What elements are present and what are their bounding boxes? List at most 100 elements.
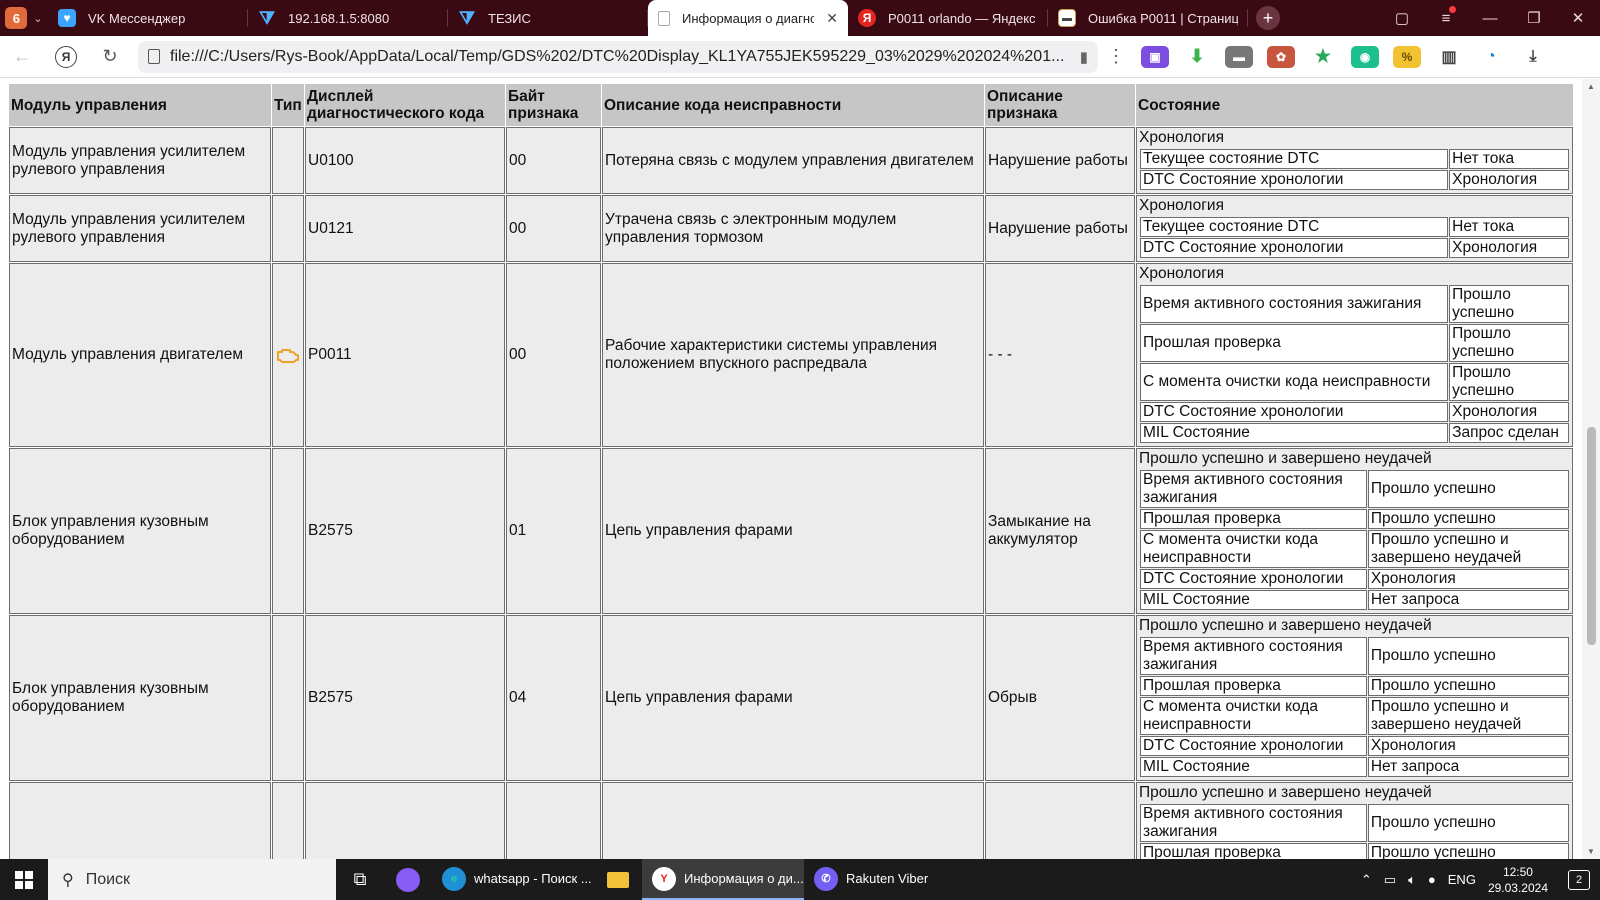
state-value: Нет тока bbox=[1449, 149, 1569, 169]
tab-yandex-search[interactable]: Я P0011 orlando — Яндекс bbox=[848, 0, 1048, 36]
state-subtable: Время активного состояния зажигания Прошл… bbox=[1139, 636, 1570, 778]
taskbar-app-yandex-browser[interactable]: Y Информация о ди... bbox=[642, 859, 804, 900]
state-subtable: Время активного состояния зажигания Прошл… bbox=[1139, 284, 1570, 444]
state-row: Время активного состояния зажигания Прошл… bbox=[1140, 637, 1569, 675]
page-scrollbar[interactable]: ▲ ▼ bbox=[1582, 79, 1600, 859]
scrollbar-thumb[interactable] bbox=[1587, 427, 1596, 645]
state-row: MIL Состояние Запрос сделан bbox=[1140, 423, 1569, 443]
cell-module bbox=[9, 782, 271, 859]
state-label: Текущее состояние DTC bbox=[1140, 149, 1449, 169]
tab-error-page[interactable]: ▬ Ошибка P0011 | Страница bbox=[1048, 0, 1248, 36]
downloads-icon[interactable]: ⤓ bbox=[1519, 45, 1547, 68]
shield-extension-icon[interactable]: ◉ bbox=[1351, 45, 1379, 68]
state-value: Хронология bbox=[1449, 402, 1569, 422]
clock-time: 12:50 bbox=[1502, 864, 1533, 879]
url-text[interactable]: file:///C:/Users/Rys-Book/AppData/Local/… bbox=[170, 48, 1070, 66]
table-row: Модуль управления усилителем рулевого уп… bbox=[9, 127, 1573, 194]
state-label: Прошлая проверка bbox=[1140, 324, 1449, 362]
tab-tezis[interactable]: ⧩ ТЕЗИС bbox=[448, 0, 648, 36]
state-row: Прошлая проверка Прошло успешно bbox=[1140, 843, 1569, 859]
language-indicator[interactable]: ENG bbox=[1448, 872, 1476, 887]
taskbar-app-viber[interactable]: ✆ Rakuten Viber bbox=[804, 859, 966, 900]
folder-icon[interactable] bbox=[594, 859, 642, 900]
state-label: DTC Состояние хронологии bbox=[1140, 736, 1367, 756]
chevron-up-icon[interactable]: ⌃ bbox=[1361, 872, 1372, 888]
state-row: Прошлая проверка Прошло успешно bbox=[1140, 509, 1569, 529]
state-title: Хронология bbox=[1139, 265, 1224, 282]
document-icon bbox=[658, 10, 670, 26]
percent-extension-icon[interactable]: % bbox=[1393, 45, 1421, 68]
restore-icon[interactable]: ❐ bbox=[1512, 9, 1556, 27]
tab-diagnostic-info[interactable]: Информация о диагнос ✕ bbox=[648, 0, 848, 36]
state-value: Хронология bbox=[1367, 569, 1569, 589]
cell-code: U0100 bbox=[305, 127, 505, 194]
state-value: Хронология bbox=[1449, 170, 1569, 190]
state-label: Время активного состояния зажигания bbox=[1140, 637, 1367, 675]
alice-extension-icon[interactable]: ▣ bbox=[1141, 45, 1169, 68]
volume-icon[interactable]: 🔈︎ bbox=[1408, 872, 1416, 888]
cell-description: Цепь управления фарами bbox=[602, 615, 984, 781]
state-title: Хронология bbox=[1139, 129, 1224, 146]
tab-router[interactable]: ⧩ 192.168.1.5:8080 bbox=[248, 0, 448, 36]
state-row: DTC Состояние хронологии Хронология bbox=[1140, 736, 1569, 756]
cell-code: B2575 bbox=[305, 448, 505, 614]
yandex-button-icon[interactable]: Я bbox=[55, 45, 77, 68]
tab-vk[interactable]: ♥ VK Мессенджер bbox=[48, 0, 248, 36]
scroll-up-icon[interactable]: ▲ bbox=[1582, 82, 1600, 91]
task-view-icon[interactable]: ⧉ bbox=[336, 859, 384, 900]
cell-code: B2575 bbox=[305, 615, 505, 781]
scroll-down-icon[interactable]: ▼ bbox=[1582, 847, 1600, 856]
cell-description: Утрачена связь с электронным модулем упр… bbox=[602, 195, 984, 262]
tab-counter-button[interactable]: 6 ⌄ bbox=[0, 0, 48, 36]
cell-description: Рабочие характеристики системы управлени… bbox=[602, 263, 984, 447]
minimize-icon[interactable]: — bbox=[1468, 10, 1512, 27]
cell-state: Хронология Текущее состояние DTC Нет тока D… bbox=[1136, 195, 1573, 262]
bookmark-icon[interactable]: ▮ bbox=[1080, 48, 1088, 66]
menu-icon[interactable]: ≡ bbox=[1424, 5, 1468, 27]
more-options-icon[interactable]: ⋮ bbox=[1098, 46, 1134, 67]
state-label: С момента очистки кода неисправности bbox=[1140, 697, 1367, 735]
state-label: DTC Состояние хронологии bbox=[1140, 569, 1367, 589]
address-bar-row: ← Я ↻ file:///C:/Users/Rys-Book/AppData/… bbox=[0, 36, 1600, 78]
clock[interactable]: 12:50 29.03.2024 bbox=[1488, 864, 1548, 896]
back-arrow-icon[interactable]: ← bbox=[0, 46, 44, 67]
engine-warning-icon bbox=[277, 348, 299, 363]
cell-type bbox=[272, 615, 304, 781]
taskbar-search[interactable]: ⚲ Поиск bbox=[48, 859, 336, 900]
search-icon: ⚲ bbox=[62, 871, 74, 889]
close-tab-icon[interactable]: ✕ bbox=[826, 10, 838, 27]
tab-title: Информация о диагнос bbox=[682, 10, 815, 26]
cell-symptom: Нарушение работы bbox=[985, 195, 1135, 262]
cell-code: U0121 bbox=[305, 195, 505, 262]
download-extension-icon[interactable]: ⬇ bbox=[1183, 45, 1211, 68]
state-row: С момента очистки кода неисправности Прош… bbox=[1140, 363, 1569, 401]
cell-symptom: Замыкание на аккумулятор bbox=[985, 448, 1135, 614]
taskbar-app-edge[interactable]: e whatsapp - Поиск ... bbox=[432, 859, 594, 900]
tab-title: P0011 orlando — Яндекс bbox=[888, 10, 1036, 26]
plus-icon: + bbox=[1256, 6, 1280, 30]
state-value: Прошло успешно bbox=[1449, 285, 1569, 323]
star-extension-icon[interactable]: ★ bbox=[1309, 45, 1337, 68]
address-field[interactable]: file:///C:/Users/Rys-Book/AppData/Local/… bbox=[138, 40, 1098, 73]
battery-icon[interactable]: ▭ bbox=[1384, 872, 1396, 888]
tab-title: VK Мессенджер bbox=[88, 10, 186, 26]
bookmarks-panel-icon[interactable]: ▢ bbox=[1380, 9, 1424, 27]
alice-icon[interactable] bbox=[384, 859, 432, 900]
collections-icon[interactable]: ▥ bbox=[1435, 45, 1463, 68]
window-controls: ▢ ≡ — ❐ ✕ bbox=[1380, 0, 1600, 36]
state-subtable: Текущее состояние DTC Нет тока DTC Состоян… bbox=[1139, 148, 1570, 191]
notifications-icon[interactable]: 2 bbox=[1568, 869, 1590, 890]
taskbar-app-label: Информация о ди... bbox=[684, 871, 804, 886]
start-button[interactable] bbox=[0, 859, 48, 900]
close-window-icon[interactable]: ✕ bbox=[1556, 9, 1600, 27]
garage-icon: ▬ bbox=[1058, 9, 1076, 27]
wallet-extension-icon[interactable]: ▬ bbox=[1225, 45, 1253, 68]
state-label: MIL Состояние bbox=[1140, 757, 1367, 777]
reload-icon[interactable]: ↻ bbox=[88, 46, 132, 67]
microphone-icon[interactable]: ● bbox=[1428, 872, 1436, 887]
state-row: Текущее состояние DTC Нет тока bbox=[1140, 149, 1569, 169]
new-tab-button[interactable]: + bbox=[1248, 0, 1288, 36]
profile-icon[interactable]: ◔ bbox=[1477, 45, 1505, 68]
cell-symptom: Обрыв bbox=[985, 615, 1135, 781]
puzzle-extension-icon[interactable]: ✿ bbox=[1267, 45, 1295, 68]
